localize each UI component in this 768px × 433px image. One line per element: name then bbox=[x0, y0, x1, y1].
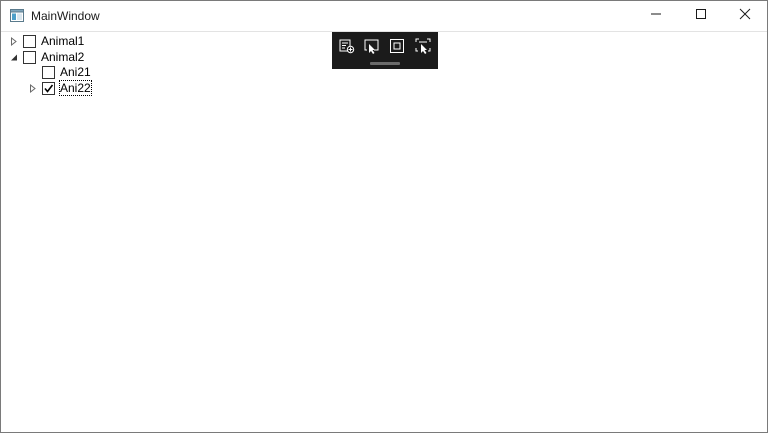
minimize-icon bbox=[650, 7, 662, 25]
tree-item-label: Ani22 bbox=[59, 80, 92, 96]
title-bar[interactable]: MainWindow bbox=[1, 1, 767, 32]
tree-item-animal2[interactable]: Animal2 bbox=[8, 49, 85, 65]
checkmark-icon bbox=[44, 84, 54, 93]
track-focused-element-icon bbox=[414, 37, 432, 60]
expander-collapsed-icon[interactable] bbox=[8, 33, 20, 49]
go-to-live-visual-tree-button[interactable] bbox=[337, 38, 357, 58]
main-window: MainWindow Animal1 Animal2 Ani21 Ani22 bbox=[0, 0, 768, 433]
expander-expanded-icon[interactable] bbox=[8, 49, 20, 65]
window-title: MainWindow bbox=[31, 9, 100, 23]
maximize-button[interactable] bbox=[678, 1, 724, 31]
app-window-icon bbox=[10, 9, 24, 22]
toolbar-grip-handle[interactable] bbox=[370, 62, 400, 65]
tree-item-label: Ani21 bbox=[60, 65, 91, 79]
tree-item-label: Animal1 bbox=[41, 34, 85, 48]
expander-placeholder bbox=[27, 64, 39, 80]
display-layout-adorners-icon bbox=[388, 37, 406, 60]
tree-item-label: Animal2 bbox=[41, 50, 85, 64]
tree-item-ani22[interactable]: Ani22 bbox=[27, 80, 92, 96]
maximize-icon bbox=[695, 7, 707, 25]
tree-checkbox[interactable] bbox=[42, 65, 55, 79]
tree-item-ani21[interactable]: Ani21 bbox=[27, 64, 92, 80]
xaml-debug-toolbar[interactable] bbox=[332, 32, 438, 69]
minimize-button[interactable] bbox=[633, 1, 679, 31]
close-button[interactable] bbox=[722, 1, 767, 31]
select-element-icon bbox=[363, 37, 381, 60]
expander-collapsed-icon[interactable] bbox=[27, 80, 39, 96]
close-icon bbox=[739, 7, 751, 25]
display-layout-adorners-button[interactable] bbox=[387, 38, 407, 58]
go-to-live-visual-tree-icon bbox=[338, 37, 356, 60]
tree-item-animal1[interactable]: Animal1 bbox=[8, 33, 85, 49]
track-focused-element-button[interactable] bbox=[413, 38, 433, 58]
tree-checkbox[interactable] bbox=[23, 50, 36, 64]
tree-checkbox-checked[interactable] bbox=[42, 81, 55, 95]
tree-checkbox[interactable] bbox=[23, 34, 36, 48]
select-element-button[interactable] bbox=[362, 38, 382, 58]
